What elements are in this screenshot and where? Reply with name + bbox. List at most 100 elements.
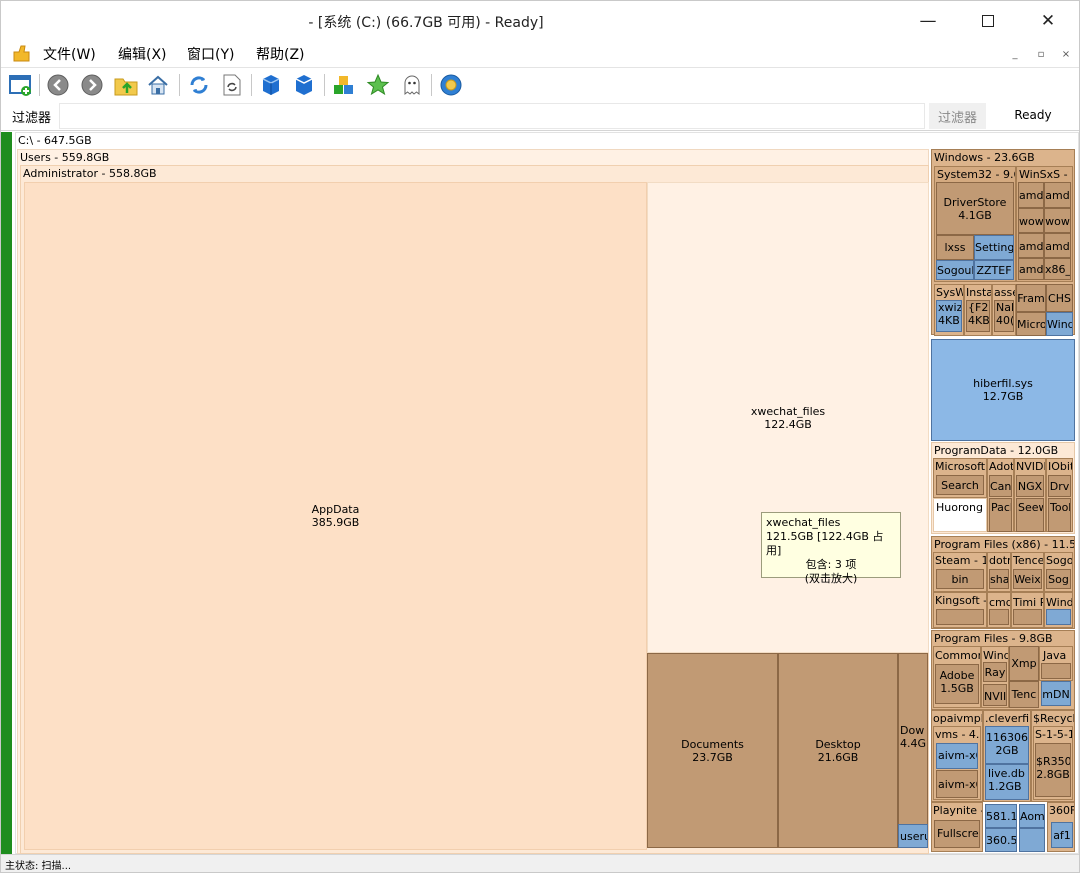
downloads-folder[interactable]: Dow 4.4G bbox=[898, 653, 928, 848]
maximize-icon bbox=[982, 15, 994, 27]
nvii-folder[interactable]: NVII bbox=[983, 684, 1007, 706]
microsoft-label: Microsoft bbox=[935, 460, 986, 473]
wow-folder-1[interactable]: wow bbox=[1018, 208, 1044, 233]
bin-folder[interactable]: bin bbox=[936, 569, 984, 589]
fullscreen-folder[interactable]: Fullscre bbox=[934, 820, 980, 848]
amd-folder-2[interactable]: amd bbox=[1044, 182, 1071, 208]
fram-folder[interactable]: Fram bbox=[1016, 284, 1046, 312]
xwiz-file[interactable]: xwiz 4KB bbox=[936, 300, 962, 332]
wind-folder[interactable]: Wind bbox=[1046, 312, 1073, 336]
pack-folder[interactable]: Pack bbox=[989, 498, 1012, 532]
live-db-name: live.db bbox=[988, 767, 1025, 780]
af1-file[interactable]: af1 bbox=[1051, 822, 1073, 848]
sog-folder[interactable]: Sog bbox=[1046, 569, 1071, 589]
cmd-sub[interactable] bbox=[989, 609, 1009, 625]
ghost-button[interactable] bbox=[399, 72, 425, 98]
driverstore-name: DriverStore bbox=[943, 196, 1007, 209]
favorites-button[interactable] bbox=[365, 72, 391, 98]
close-button[interactable]: ✕ bbox=[1019, 1, 1077, 41]
drv-folder[interactable]: Drv bbox=[1048, 475, 1071, 497]
amd-folder-4[interactable]: amd bbox=[1044, 233, 1071, 258]
huorong-folder[interactable]: Huorong bbox=[933, 498, 987, 532]
downloads-size: 4.4G bbox=[900, 737, 927, 750]
x86-folder[interactable]: x86_ bbox=[1044, 258, 1071, 280]
zztef-folder[interactable]: ZZTEF bbox=[974, 260, 1014, 280]
filter-button[interactable]: 过滤器 bbox=[929, 103, 986, 129]
maximize-button[interactable] bbox=[959, 1, 1017, 41]
refresh-button[interactable] bbox=[186, 72, 212, 98]
tencent-label: Tence bbox=[1013, 554, 1044, 567]
collapse-cube-button[interactable] bbox=[291, 72, 317, 98]
file-360[interactable]: 360.5 bbox=[985, 828, 1017, 852]
f25-file[interactable]: {F254KB bbox=[966, 300, 990, 332]
driverstore-folder[interactable]: DriverStore 4.1GB bbox=[936, 182, 1014, 235]
mdn-folder[interactable]: mDN bbox=[1041, 681, 1071, 706]
appdata-folder[interactable]: AppData 385.9GB bbox=[24, 182, 647, 850]
refresh-file-button[interactable] bbox=[219, 72, 245, 98]
file-581[interactable]: 581.1 bbox=[985, 804, 1017, 828]
ngx-folder[interactable]: NGX bbox=[1016, 475, 1044, 497]
new-window-button[interactable] bbox=[7, 72, 33, 98]
r350-file[interactable]: $R350 2.8GB bbox=[1035, 743, 1071, 797]
forward-button[interactable] bbox=[79, 72, 105, 98]
app-icon bbox=[13, 45, 30, 62]
live-db-file[interactable]: live.db 1.2GB bbox=[985, 764, 1029, 800]
file-116306[interactable]: 116306 2GB bbox=[985, 726, 1029, 764]
blocks-button[interactable] bbox=[331, 72, 357, 98]
wind-x86-sub[interactable] bbox=[1046, 609, 1071, 625]
cube-outline-icon bbox=[295, 75, 313, 95]
sha-folder[interactable]: sha bbox=[989, 569, 1009, 589]
menu-edit[interactable]: 编辑(X) bbox=[118, 44, 167, 64]
menu-file[interactable]: 文件(W) bbox=[43, 44, 96, 64]
filter-input[interactable] bbox=[59, 103, 925, 129]
aivm-file-1[interactable]: aivm-x6 bbox=[936, 743, 978, 769]
nal-file[interactable]: Nal 40( bbox=[994, 300, 1014, 332]
mdi-minimize-button[interactable]: _ bbox=[1005, 45, 1025, 63]
adobe-folder[interactable]: Adobe 1.5GB bbox=[935, 664, 979, 704]
minimize-button[interactable]: — bbox=[899, 1, 957, 41]
home-button[interactable] bbox=[145, 72, 171, 98]
r350-name: $R350 bbox=[1036, 755, 1071, 768]
java-sub[interactable] bbox=[1041, 663, 1071, 679]
mdi-restore-button[interactable]: ▫ bbox=[1031, 45, 1051, 63]
up-folder-button[interactable] bbox=[113, 72, 139, 98]
aom-sub[interactable] bbox=[1019, 828, 1045, 852]
wow-folder-2[interactable]: wow bbox=[1044, 208, 1071, 233]
weixin-folder[interactable]: Weix bbox=[1013, 569, 1042, 589]
aivm-file-2[interactable]: aivm-x6 bbox=[936, 770, 978, 798]
back-button[interactable] bbox=[45, 72, 71, 98]
filter-label: 过滤器 bbox=[12, 111, 52, 126]
micro-folder[interactable]: Micro bbox=[1016, 312, 1046, 336]
useru-file[interactable]: useru bbox=[898, 824, 928, 848]
blocks-icon bbox=[334, 76, 353, 94]
menu-window[interactable]: 窗口(Y) bbox=[187, 44, 234, 64]
seew-folder[interactable]: Seew bbox=[1016, 498, 1044, 532]
setting-folder[interactable]: Setting bbox=[974, 235, 1014, 260]
hiberfil-file[interactable]: hiberfil.sys 12.7GB bbox=[931, 339, 1075, 441]
search-folder[interactable]: Search bbox=[936, 475, 984, 495]
amd-folder-5[interactable]: amd bbox=[1018, 258, 1044, 280]
can-folder[interactable]: Can bbox=[989, 475, 1012, 497]
menu-help[interactable]: 帮助(Z) bbox=[256, 44, 305, 64]
r350-size: 2.8GB bbox=[1036, 768, 1070, 781]
documents-folder[interactable]: Documents 23.7GB bbox=[647, 653, 778, 848]
kingsoft-sub[interactable] bbox=[936, 609, 984, 625]
expand-cube-button[interactable] bbox=[258, 72, 284, 98]
xmp-folder[interactable]: Xmp bbox=[1009, 646, 1039, 681]
chs-folder[interactable]: CHS bbox=[1046, 284, 1073, 312]
ray-folder[interactable]: Ray bbox=[983, 662, 1007, 682]
lxss-folder[interactable]: lxss bbox=[936, 235, 974, 260]
tenc-folder[interactable]: Tenc bbox=[1009, 681, 1039, 708]
mdi-close-button[interactable]: × bbox=[1056, 45, 1076, 63]
desktop-folder[interactable]: Desktop 21.6GB bbox=[778, 653, 898, 848]
amd-folder-1[interactable]: amd bbox=[1018, 182, 1044, 208]
tool-folder[interactable]: Tooll bbox=[1048, 498, 1071, 532]
adot-label: Adot bbox=[989, 460, 1014, 473]
file-refresh-icon bbox=[223, 74, 241, 96]
vms-label: vms - 4. bbox=[935, 728, 980, 741]
amd-folder-3[interactable]: amd bbox=[1018, 233, 1044, 258]
timi-sub[interactable] bbox=[1013, 609, 1042, 625]
settings-button[interactable] bbox=[438, 72, 464, 98]
sogou-folder[interactable]: SogouI bbox=[936, 260, 974, 280]
aom-folder[interactable]: Aom bbox=[1019, 804, 1045, 828]
